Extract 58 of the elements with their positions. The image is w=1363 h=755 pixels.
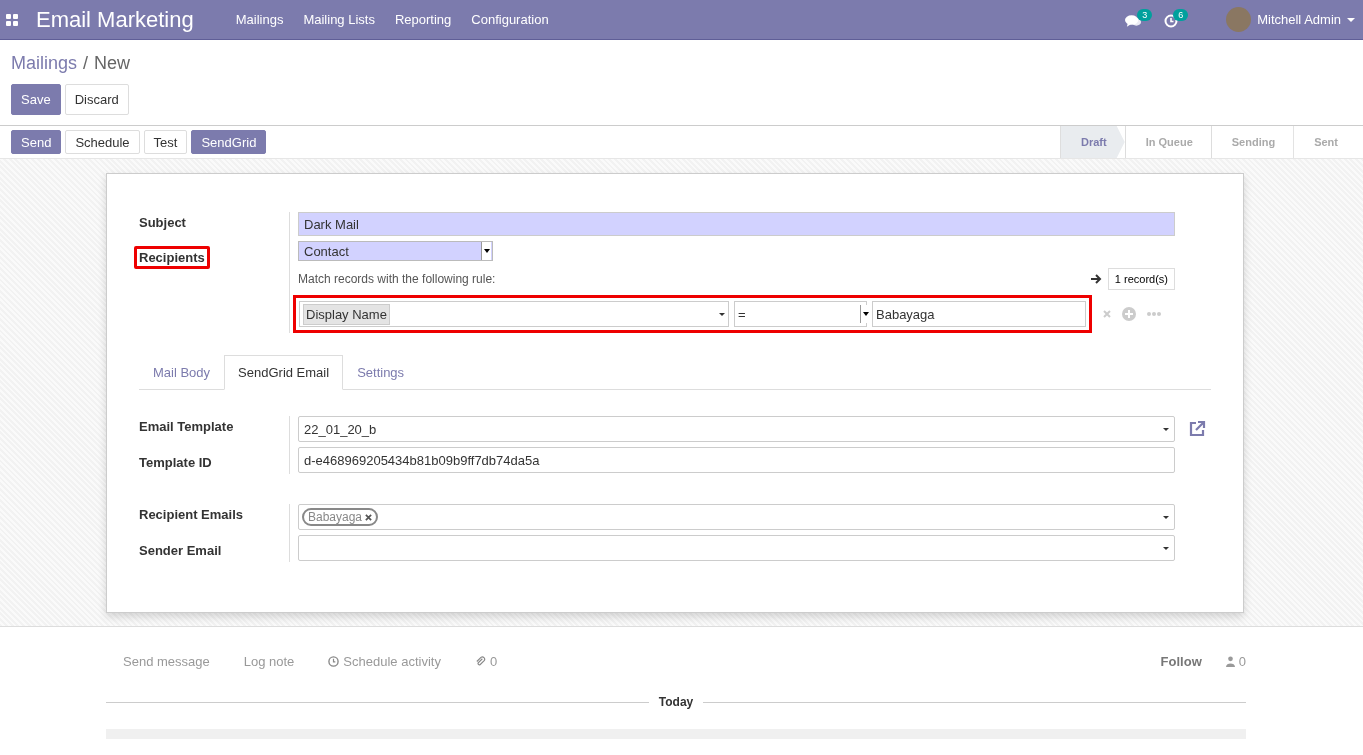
follower-count[interactable]: 0 [1225, 653, 1246, 669]
breadcrumb-separator: / [83, 53, 89, 74]
model-select[interactable]: Contact [298, 241, 493, 261]
external-link-icon[interactable] [1187, 419, 1207, 439]
action-button[interactable]: Send [11, 130, 62, 154]
apps-grid-icon[interactable] [6, 13, 18, 26]
action-button[interactable]: SendGrid [191, 130, 267, 154]
text-field[interactable]: d-e468969205434b81b09b9ff7db74da5a [298, 447, 1175, 473]
status-stage[interactable]: In Queue [1124, 126, 1211, 158]
menu-item[interactable]: Reporting [394, 12, 452, 27]
attachment-count[interactable]: 0 [474, 653, 498, 669]
action-button[interactable]: Schedule [65, 130, 140, 154]
field-label: Sender Email [138, 542, 223, 560]
date-separator: Today [658, 695, 694, 709]
field-label: Recipient Emails [138, 506, 245, 524]
person-icon [1225, 655, 1235, 667]
arrow-right-icon [1089, 273, 1102, 285]
chatter-action[interactable]: Send message [123, 653, 210, 669]
status-stage[interactable]: Draft [1060, 126, 1125, 158]
user-menu[interactable]: Mitchell Admin [1257, 12, 1341, 27]
chatter-action[interactable]: Log note [243, 653, 295, 669]
tab[interactable]: SendGrid Email [224, 355, 344, 390]
tags-field[interactable]: Babayaga [298, 504, 1175, 530]
breadcrumb-link[interactable]: Mailings [11, 53, 78, 74]
tab[interactable]: Mail Body [139, 355, 225, 390]
tab[interactable]: Settings [343, 355, 419, 390]
paperclip-icon [474, 655, 486, 667]
tags-field[interactable] [298, 535, 1175, 561]
template-select[interactable]: 22_01_20_b [298, 416, 1175, 442]
tag: Babayaga [302, 508, 379, 526]
clock-icon [328, 655, 340, 667]
follow-button[interactable]: Follow [1160, 653, 1202, 669]
caret-icon[interactable] [1347, 17, 1355, 22]
value-field[interactable]: Babayaga [872, 301, 1086, 327]
field-label: Email Template [138, 418, 235, 436]
field-label: Template ID [138, 454, 213, 472]
menu-item[interactable]: Mailings [235, 12, 284, 27]
action-button[interactable]: Test [143, 130, 188, 154]
rule-hint: Match records with the following rule: [298, 272, 497, 286]
chatter-action[interactable]: Schedule activity [328, 653, 441, 669]
operator-select[interactable]: = [734, 301, 867, 327]
remove-tag-icon[interactable] [365, 514, 373, 521]
record-count-button[interactable]: 1 record(s) [1107, 268, 1175, 290]
form-button[interactable]: Discard [64, 84, 129, 115]
form-button[interactable]: Save [11, 84, 61, 115]
menu-item[interactable]: Configuration [471, 12, 549, 27]
clock-icon[interactable] [1164, 13, 1179, 28]
message-count-badge: 3 [1137, 8, 1153, 21]
field-select[interactable]: Display Name [299, 301, 729, 327]
app-title: Email Marketing [36, 6, 194, 33]
menu-item[interactable]: Mailing Lists [303, 12, 375, 27]
activity-count-badge: 6 [1173, 8, 1189, 21]
status-stage[interactable]: Sending [1210, 126, 1294, 158]
field-label: Recipients [134, 246, 210, 269]
status-stage[interactable]: Sent [1293, 126, 1356, 158]
field-label: Subject [138, 214, 187, 232]
subject-field[interactable]: Dark Mail [298, 212, 1175, 236]
breadcrumb-current: New [94, 53, 131, 74]
